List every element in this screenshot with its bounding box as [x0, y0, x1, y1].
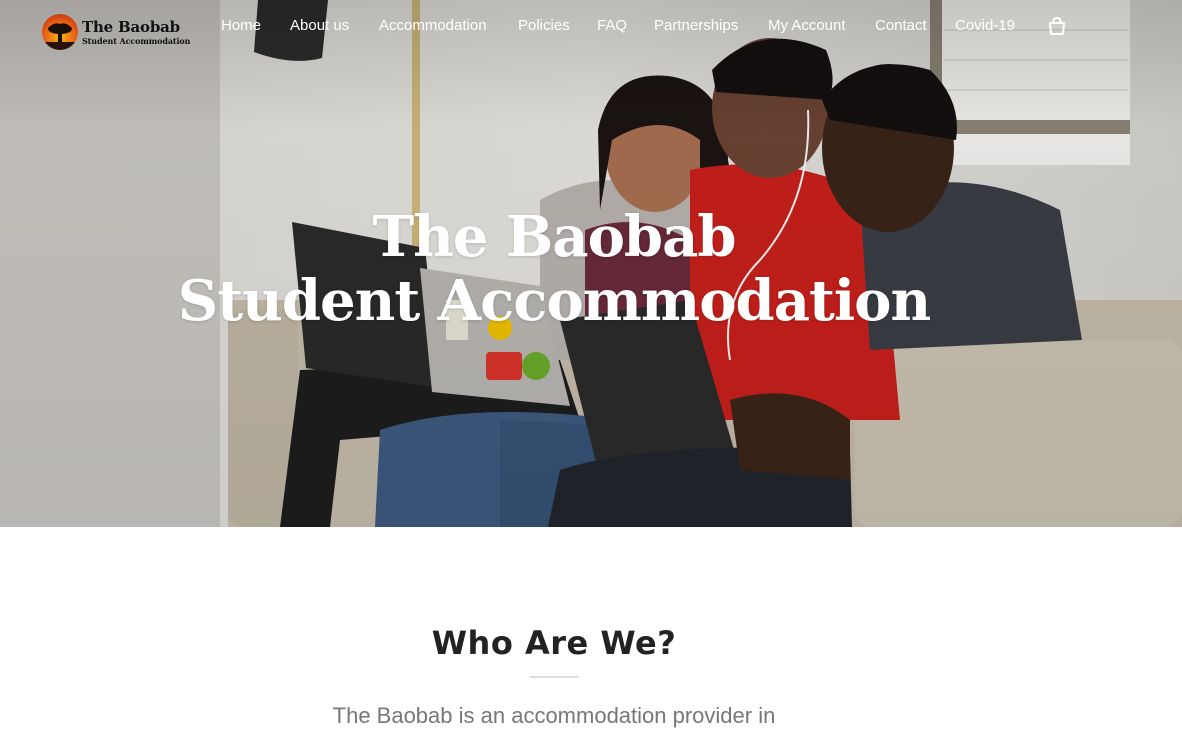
who-are-we-heading: Who Are We? — [431, 624, 677, 662]
logo-title: The Baobab — [82, 18, 180, 36]
nav-item-home[interactable]: Home — [221, 17, 261, 34]
site-header: The Baobab Student Accommodation Home Ab… — [0, 0, 1182, 56]
shopping-bag-icon[interactable] — [1047, 16, 1067, 36]
nav-item-covid-19[interactable]: Covid-19 — [955, 17, 1015, 34]
hero-title: The Baobab Student Accommodation — [0, 205, 1108, 333]
baobab-tree-sunset-icon — [42, 14, 78, 50]
nav-item-policies[interactable]: Policies — [518, 17, 570, 34]
nav-item-partnerships[interactable]: Partnerships — [654, 17, 738, 34]
site-logo[interactable]: The Baobab Student Accommodation — [42, 14, 202, 52]
hero-title-line-2: Student Accommodation — [177, 268, 931, 334]
nav-item-about-us[interactable]: About us — [290, 17, 349, 34]
about-intro-text: The Baobab is an accommodation provider … — [332, 703, 776, 728]
logo-subtitle: Student Accommodation — [82, 36, 191, 46]
nav-item-faq[interactable]: FAQ — [597, 17, 627, 34]
heading-divider — [530, 676, 579, 678]
nav-item-my-account[interactable]: My Account — [768, 17, 846, 34]
nav-item-contact[interactable]: Contact — [875, 17, 927, 34]
hero-title-line-1: The Baobab — [372, 204, 736, 270]
nav-item-accommodation[interactable]: Accommodation — [379, 17, 487, 34]
